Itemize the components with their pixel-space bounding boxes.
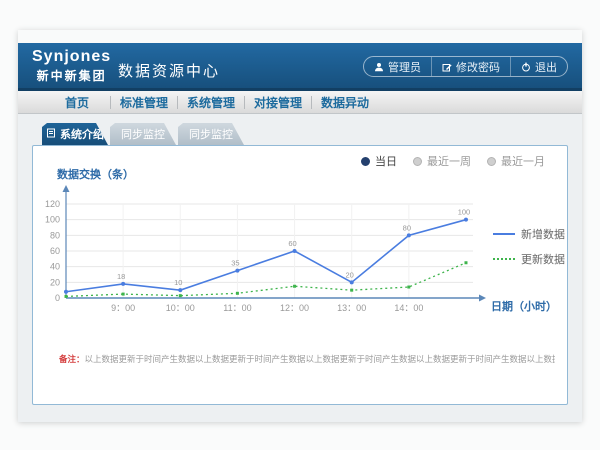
footnote: 备注：以上数据更新于时间产生数据以上数据更新于时间产生数据以上数据更新于时间产生…: [59, 353, 555, 365]
radio-dot-icon: [487, 157, 496, 166]
radio-last-week[interactable]: 最近一周: [413, 153, 471, 169]
svg-text:14：00: 14：00: [394, 303, 423, 313]
radio-last-month[interactable]: 最近一月: [487, 153, 545, 169]
svg-text:12：00: 12：00: [280, 303, 309, 313]
legend-line-dotted-icon: [493, 258, 515, 260]
footnote-text: 以上数据更新于时间产生数据以上数据更新于时间产生数据以上数据更新于时间产生数据以…: [85, 354, 555, 364]
footnote-label: 备注：: [59, 354, 85, 364]
edit-icon: [442, 62, 452, 72]
logo-subtext: 新中新集团: [32, 67, 111, 84]
nav-item-interface-mgmt[interactable]: 对接管理: [245, 94, 311, 111]
logout-button[interactable]: 退出: [510, 57, 567, 76]
svg-text:60: 60: [50, 246, 60, 256]
tab-sync-monitor-1[interactable]: 同步监控: [110, 123, 176, 145]
svg-text:20: 20: [50, 277, 60, 287]
y-axis-title: 数据交换（条）: [57, 166, 134, 182]
radio-label: 最近一月: [501, 153, 545, 169]
time-range-filter: 当日 最近一周 最近一月: [361, 153, 545, 169]
svg-text:11：00: 11：00: [223, 303, 251, 313]
nav-item-home[interactable]: 首页: [44, 94, 110, 111]
svg-text:35: 35: [231, 259, 239, 268]
page-title: 数据资源中心: [118, 60, 220, 81]
radio-dot-icon: [413, 157, 422, 166]
document-icon: [46, 128, 56, 141]
power-icon: [521, 62, 531, 72]
radio-dot-icon: [361, 157, 370, 166]
svg-text:100: 100: [458, 208, 471, 217]
tab-label: 系统介绍: [60, 126, 104, 142]
change-password-button[interactable]: 修改密码: [431, 57, 510, 76]
tab-sync-monitor-2[interactable]: 同步监控: [178, 123, 244, 145]
content-area: 系统介绍 同步监控 同步监控 当日 最近一周: [18, 114, 582, 419]
legend-label: 新增数据: [521, 226, 565, 242]
tab-system-intro[interactable]: 系统介绍: [42, 123, 108, 145]
app-header: Synjones 新中新集团 数据资源中心 管理员 修改密码 退出: [18, 43, 582, 91]
svg-text:60: 60: [288, 239, 296, 248]
svg-text:9：00: 9：00: [111, 303, 135, 313]
radio-label: 当日: [375, 153, 397, 169]
app-window: Synjones 新中新集团 数据资源中心 管理员 修改密码 退出: [18, 30, 582, 422]
user-menu-button[interactable]: 管理员: [364, 57, 431, 76]
user-icon: [374, 62, 384, 72]
radio-label: 最近一周: [427, 153, 471, 169]
svg-text:10: 10: [174, 278, 182, 287]
company-logo: Synjones 新中新集团: [32, 48, 111, 84]
tab-label: 同步监控: [189, 126, 233, 142]
radio-today[interactable]: 当日: [361, 153, 397, 169]
chart-legend: 新增数据 更新数据: [493, 226, 565, 267]
svg-text:120: 120: [45, 199, 60, 209]
legend-label: 更新数据: [521, 251, 565, 267]
legend-line-solid-icon: [493, 233, 515, 235]
change-password-label: 修改密码: [456, 59, 500, 75]
nav-item-data-change[interactable]: 数据异动: [312, 94, 378, 111]
line-chart: 0 20 40 60 80 100 120 9：00 10：00 11：00 12：00 13：00 1…: [33, 184, 569, 329]
nav-item-standard-mgmt[interactable]: 标准管理: [111, 94, 177, 111]
chart-panel: 当日 最近一周 最近一月 数据交换（条） 日期（小时） 020406080100…: [32, 145, 568, 405]
user-toolbar: 管理员 修改密码 退出: [363, 56, 568, 77]
svg-text:20: 20: [346, 270, 354, 279]
nav-item-system-mgmt[interactable]: 系统管理: [178, 94, 244, 111]
logout-label: 退出: [535, 59, 557, 75]
svg-text:10：00: 10：00: [166, 303, 195, 313]
tab-bar: 系统介绍 同步监控 同步监控: [42, 123, 244, 145]
main-nav: 首页 标准管理 系统管理 对接管理 数据异动: [18, 91, 582, 114]
logo-text: Synjones: [32, 48, 111, 66]
svg-text:80: 80: [403, 223, 411, 232]
svg-text:0: 0: [55, 293, 60, 303]
legend-item-updated-data[interactable]: 更新数据: [493, 251, 565, 267]
user-label: 管理员: [388, 59, 421, 75]
svg-text:13：00: 13：00: [337, 303, 366, 313]
svg-text:80: 80: [50, 230, 60, 240]
svg-text:18: 18: [117, 272, 125, 281]
tab-label: 同步监控: [121, 126, 165, 142]
legend-item-new-data[interactable]: 新增数据: [493, 226, 565, 242]
svg-text:100: 100: [45, 215, 60, 225]
top-strip: [18, 30, 582, 43]
svg-text:40: 40: [50, 262, 60, 272]
